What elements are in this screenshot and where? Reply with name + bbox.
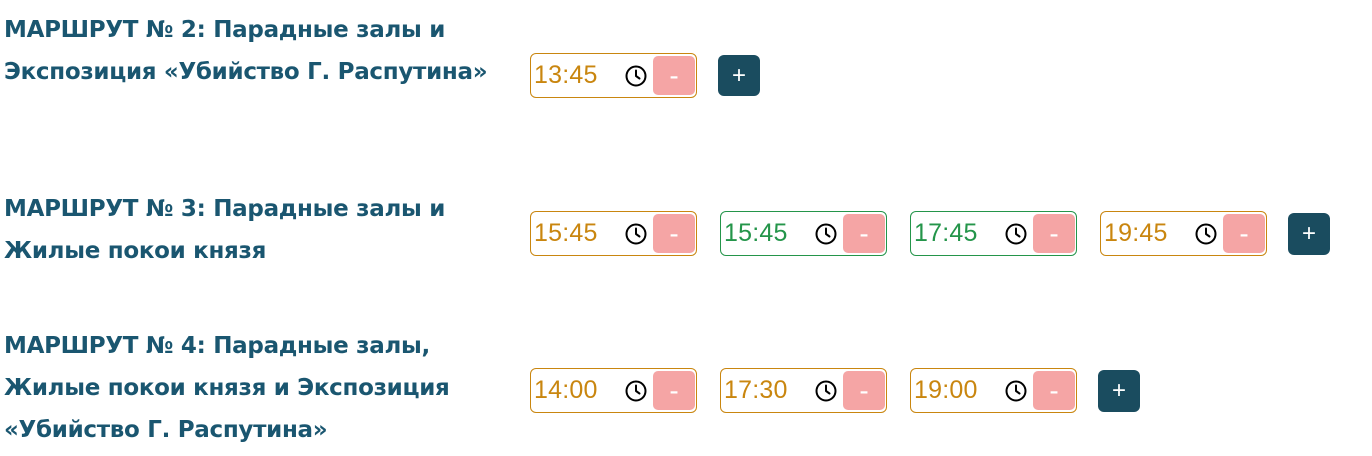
time-value[interactable]: 19:45 bbox=[1101, 219, 1190, 248]
route-title: МАРШРУТ № 2: Парадные залы и Экспозиция … bbox=[4, 17, 488, 85]
remove-time-button[interactable]: - bbox=[843, 214, 885, 253]
time-value[interactable]: 13:45 bbox=[531, 61, 620, 90]
time-slot[interactable]: 19:00 - bbox=[910, 368, 1077, 413]
remove-time-button[interactable]: - bbox=[653, 56, 695, 95]
remove-time-button[interactable]: - bbox=[843, 371, 885, 410]
add-time-button[interactable]: + bbox=[1098, 369, 1140, 412]
clock-icon[interactable] bbox=[1194, 222, 1218, 246]
clock-icon[interactable] bbox=[1004, 222, 1028, 246]
clock-icon[interactable] bbox=[624, 379, 648, 403]
time-value[interactable]: 17:30 bbox=[721, 376, 810, 405]
time-slot[interactable]: 13:45 - bbox=[530, 53, 697, 98]
time-value[interactable]: 15:45 bbox=[531, 219, 620, 248]
time-slot[interactable]: 14:00 - bbox=[530, 368, 697, 413]
time-value[interactable]: 17:45 bbox=[911, 219, 1000, 248]
time-slot[interactable]: 15:45 - bbox=[530, 211, 697, 256]
add-time-button[interactable]: + bbox=[1288, 212, 1330, 255]
route-title: МАРШРУТ № 3: Парадные залы и Жилые покои… bbox=[4, 196, 446, 264]
time-slots: 14:00 - 17:30 - 19:00 - + bbox=[530, 368, 1140, 413]
clock-icon[interactable] bbox=[814, 222, 838, 246]
add-time-button[interactable]: + bbox=[718, 55, 760, 96]
time-slots: 13:45 - + bbox=[530, 53, 760, 98]
time-value[interactable]: 14:00 bbox=[531, 376, 620, 405]
time-slot[interactable]: 17:30 - bbox=[720, 368, 887, 413]
clock-icon[interactable] bbox=[624, 222, 648, 246]
clock-icon[interactable] bbox=[814, 379, 838, 403]
remove-time-button[interactable]: - bbox=[653, 214, 695, 253]
remove-time-button[interactable]: - bbox=[1033, 371, 1075, 410]
remove-time-button[interactable]: - bbox=[653, 371, 695, 410]
route-title: МАРШРУТ № 4: Парадные залы, Жилые покои … bbox=[4, 333, 450, 443]
time-slot[interactable]: 19:45 - bbox=[1100, 211, 1267, 256]
clock-icon[interactable] bbox=[1004, 379, 1028, 403]
remove-time-button[interactable]: - bbox=[1223, 214, 1265, 253]
time-value[interactable]: 19:00 bbox=[911, 376, 1000, 405]
time-slot[interactable]: 15:45 - bbox=[720, 211, 887, 256]
time-slots: 15:45 - 15:45 - 17:45 - 19:45 - + bbox=[530, 211, 1330, 256]
clock-icon[interactable] bbox=[624, 64, 648, 88]
remove-time-button[interactable]: - bbox=[1033, 214, 1075, 253]
time-slot[interactable]: 17:45 - bbox=[910, 211, 1077, 256]
time-value[interactable]: 15:45 bbox=[721, 219, 810, 248]
